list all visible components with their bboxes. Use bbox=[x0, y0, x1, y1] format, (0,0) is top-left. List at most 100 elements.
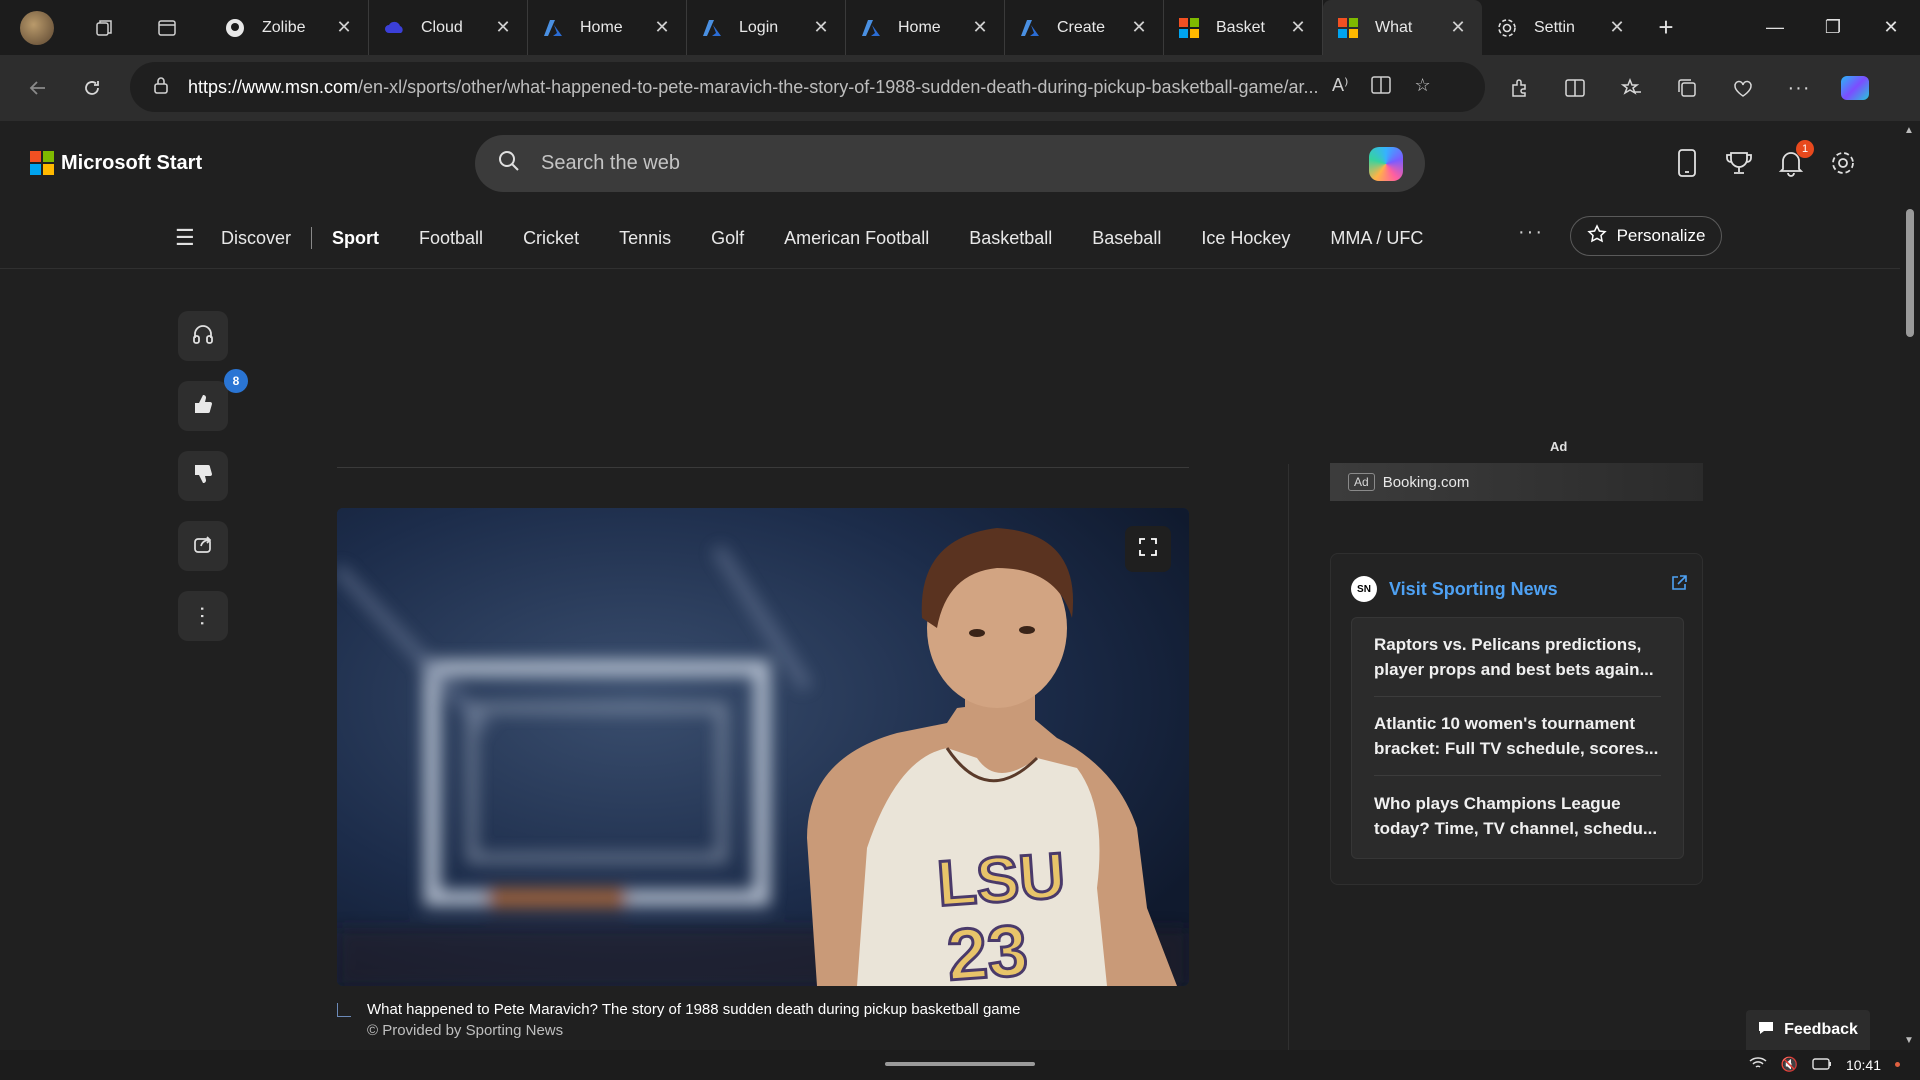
listen-button[interactable] bbox=[178, 311, 228, 361]
taskbar-handle[interactable] bbox=[885, 1062, 1035, 1066]
browser-tab[interactable]: What ✕ bbox=[1323, 0, 1482, 55]
article-hero-image[interactable]: LSU 23 bbox=[337, 508, 1189, 986]
close-tab-icon[interactable]: ✕ bbox=[1607, 17, 1627, 38]
scroll-up-icon[interactable]: ▲ bbox=[1904, 125, 1914, 136]
lock-icon[interactable] bbox=[152, 75, 170, 100]
nav-item-american-football[interactable]: American Football bbox=[784, 228, 929, 249]
mobile-app-icon[interactable] bbox=[1672, 146, 1702, 180]
new-tab-button[interactable]: + bbox=[1641, 0, 1691, 55]
nav-item-sport[interactable]: Sport bbox=[332, 228, 379, 249]
tab-label: Cloud bbox=[421, 18, 463, 36]
browser-tab[interactable]: Home ✕ bbox=[846, 0, 1005, 55]
caption-title: What happened to Pete Maravich? The stor… bbox=[367, 1001, 1021, 1018]
close-tab-icon[interactable]: ✕ bbox=[811, 17, 831, 38]
close-tab-icon[interactable]: ✕ bbox=[493, 17, 513, 38]
cloud-icon bbox=[383, 17, 405, 39]
scrollbar-thumb[interactable] bbox=[1906, 209, 1914, 337]
headline-item[interactable]: Raptors vs. Pelicans predictions, player… bbox=[1374, 618, 1661, 697]
refresh-button[interactable] bbox=[72, 68, 112, 108]
clock[interactable]: 10:41 bbox=[1846, 1057, 1881, 1073]
close-tab-icon[interactable]: ✕ bbox=[1288, 17, 1308, 38]
nav-item-cricket[interactable]: Cricket bbox=[523, 228, 579, 249]
close-tab-icon[interactable]: ✕ bbox=[334, 17, 354, 38]
browser-tab[interactable]: Home ✕ bbox=[528, 0, 687, 55]
nav-item-tennis[interactable]: Tennis bbox=[619, 228, 671, 249]
nav-item-football[interactable]: Football bbox=[419, 228, 483, 249]
copilot-icon[interactable] bbox=[1836, 69, 1874, 107]
search-input[interactable]: Search the web bbox=[541, 152, 680, 175]
page-scrollbar[interactable]: ▲ ▼ bbox=[1900, 121, 1920, 1050]
hamburger-menu-icon[interactable]: ☰ bbox=[175, 225, 199, 251]
browser-tab[interactable]: Login ✕ bbox=[687, 0, 846, 55]
url-text[interactable]: https://www.msn.com/en-xl/sports/other/w… bbox=[188, 77, 1318, 98]
tab-actions-icon[interactable] bbox=[147, 8, 187, 48]
browser-essentials-icon[interactable] bbox=[1724, 69, 1762, 107]
browser-tab[interactable]: Settin ✕ bbox=[1482, 0, 1641, 55]
sporting-news-logo-icon: SN bbox=[1351, 576, 1377, 602]
ad-banner[interactable]: Ad Booking.com bbox=[1330, 463, 1703, 501]
nav-item-discover[interactable]: Discover bbox=[221, 228, 291, 249]
caption-corner-icon bbox=[337, 1003, 351, 1017]
tab-label: Home bbox=[898, 18, 941, 36]
rewards-icon[interactable] bbox=[1724, 146, 1754, 180]
share-button[interactable] bbox=[178, 521, 228, 571]
browser-tab[interactable]: Cloud ✕ bbox=[369, 0, 528, 55]
fullscreen-button[interactable] bbox=[1125, 526, 1171, 572]
minimize-button[interactable]: — bbox=[1746, 0, 1804, 55]
notifications-icon[interactable]: 1 bbox=[1776, 140, 1814, 180]
tab-label: Login bbox=[739, 18, 779, 36]
back-button[interactable] bbox=[18, 68, 58, 108]
sparkle-star-icon bbox=[1586, 223, 1607, 249]
site-logo[interactable]: Microsoft Start bbox=[30, 151, 202, 175]
like-button[interactable]: 8 bbox=[178, 369, 248, 431]
sporting-news-card: SN Visit Sporting News Raptors vs. Pelic… bbox=[1330, 553, 1703, 885]
close-tab-icon[interactable]: ✕ bbox=[970, 17, 990, 38]
immersive-reader-icon[interactable] bbox=[1370, 75, 1392, 100]
nav-item-ice-hockey[interactable]: Ice Hockey bbox=[1201, 228, 1290, 249]
url-bar[interactable]: https://www.msn.com/en-xl/sports/other/w… bbox=[130, 62, 1485, 112]
browser-tab[interactable]: Zolibe ✕ bbox=[210, 0, 369, 55]
collections-icon[interactable] bbox=[1668, 69, 1706, 107]
mute-icon[interactable]: 🔇 bbox=[1781, 1056, 1798, 1073]
visit-sporting-news-link[interactable]: Visit Sporting News bbox=[1389, 579, 1558, 600]
search-box[interactable]: Search the web bbox=[475, 135, 1425, 192]
personalize-button[interactable]: Personalize bbox=[1570, 216, 1722, 256]
feedback-button[interactable]: Feedback bbox=[1746, 1010, 1870, 1050]
more-menu-icon[interactable]: ··· bbox=[1780, 69, 1818, 107]
azure-icon bbox=[701, 17, 723, 39]
nav-item-golf[interactable]: Golf bbox=[711, 228, 744, 249]
nav-item-mma-ufc[interactable]: MMA / UFC bbox=[1330, 228, 1423, 249]
browser-tab[interactable]: Create ✕ bbox=[1005, 0, 1164, 55]
headline-item[interactable]: Atlantic 10 women's tournament bracket: … bbox=[1374, 697, 1661, 776]
split-screen-icon[interactable] bbox=[1556, 69, 1594, 107]
browser-tab-strip: Zolibe ✕ Cloud ✕ Home ✕ Login ✕ Home ✕ Create ✕ Bask… bbox=[0, 0, 1920, 55]
close-window-button[interactable]: ✕ bbox=[1862, 0, 1920, 55]
wifi-icon[interactable] bbox=[1749, 1056, 1767, 1073]
battery-icon[interactable] bbox=[1812, 1057, 1832, 1073]
dislike-button[interactable] bbox=[178, 451, 228, 501]
nav-item-basketball[interactable]: Basketball bbox=[969, 228, 1052, 249]
scroll-down-icon[interactable]: ▼ bbox=[1904, 1035, 1914, 1046]
nav-item-baseball[interactable]: Baseball bbox=[1092, 228, 1161, 249]
more-options-button[interactable]: ··· bbox=[178, 591, 228, 641]
system-tray: 🔇 10:41 bbox=[1749, 1056, 1900, 1073]
nav-more-icon[interactable]: ··· bbox=[1518, 221, 1544, 244]
settings-gear-icon[interactable] bbox=[1828, 146, 1858, 180]
favorites-icon[interactable] bbox=[1612, 69, 1650, 107]
extensions-icon[interactable] bbox=[1500, 69, 1538, 107]
close-tab-icon[interactable]: ✕ bbox=[1129, 17, 1149, 38]
restore-button[interactable]: ❐ bbox=[1804, 0, 1862, 55]
azure-icon bbox=[860, 17, 882, 39]
external-link-icon[interactable] bbox=[1670, 574, 1688, 597]
copilot-search-icon[interactable] bbox=[1369, 147, 1403, 181]
ad-source[interactable]: Booking.com bbox=[1383, 474, 1470, 491]
workspaces-icon[interactable] bbox=[84, 8, 124, 48]
logo-text: Microsoft Start bbox=[61, 151, 203, 174]
profile-avatar[interactable] bbox=[20, 10, 54, 45]
close-tab-icon[interactable]: ✕ bbox=[652, 17, 672, 38]
headline-item[interactable]: Who plays Champions League today? Time, … bbox=[1374, 776, 1661, 855]
read-aloud-icon[interactable]: A⁾ bbox=[1332, 75, 1348, 100]
close-tab-icon[interactable]: ✕ bbox=[1448, 17, 1468, 38]
browser-tab[interactable]: Basket ✕ bbox=[1164, 0, 1323, 55]
favorite-star-icon[interactable]: ☆ bbox=[1414, 75, 1430, 100]
